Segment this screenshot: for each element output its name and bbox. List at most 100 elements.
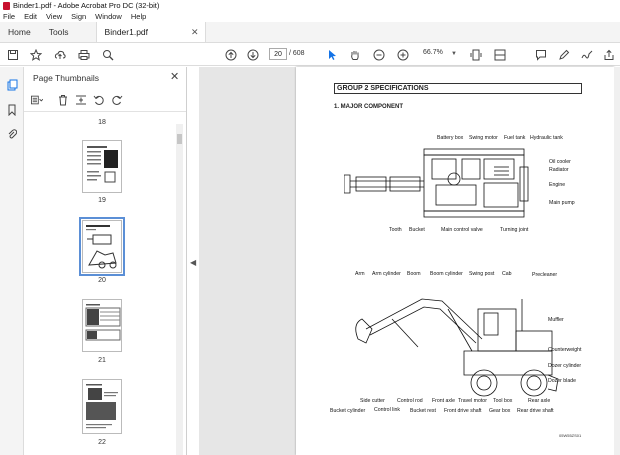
thumbnail-page-22[interactable] <box>82 379 122 434</box>
label-hydraulic-tank: Hydraulic tank <box>530 135 563 141</box>
side-view-diagram <box>355 298 559 397</box>
delete-icon[interactable] <box>57 94 69 106</box>
label-front-drive-shaft: Front drive shaft <box>444 408 482 414</box>
rotate-right-icon[interactable] <box>111 94 123 106</box>
cloud-upload-icon[interactable] <box>53 47 67 62</box>
label-swing-post: Swing post <box>469 271 495 277</box>
zoom-out-icon[interactable] <box>372 47 386 62</box>
extract-pages-icon[interactable] <box>75 94 87 106</box>
label-radiator: Radiator <box>549 167 569 173</box>
menu-edit[interactable]: Edit <box>24 12 37 21</box>
thumbnail-label: 18 <box>98 119 106 126</box>
search-icon[interactable] <box>101 47 115 62</box>
label-bucket: Bucket <box>409 227 425 233</box>
label-bucket-rest: Bucket rest <box>410 408 436 414</box>
divider <box>24 111 186 112</box>
label-boom: Boom <box>407 271 421 277</box>
save-icon[interactable] <box>6 47 20 62</box>
thumbnail-label: 21 <box>98 357 106 364</box>
label-counterweight: Counterweight <box>548 347 582 353</box>
select-cursor-icon[interactable] <box>326 47 338 62</box>
label-cab: Cab <box>502 271 512 277</box>
chevron-down-icon[interactable]: ▼ <box>451 51 457 57</box>
label-bucket-cylinder: Bucket cylinder <box>330 408 366 414</box>
menu-view[interactable]: View <box>46 12 62 21</box>
menu-file[interactable]: File <box>3 12 15 21</box>
label-rear-drive-shaft: Rear drive shaft <box>517 408 554 414</box>
thumbnails-scrollbar[interactable] <box>176 124 183 455</box>
zoom-level[interactable]: 66.7% <box>423 49 443 56</box>
thumbnail-page-20[interactable] <box>79 217 125 276</box>
label-main-pump: Main pump <box>549 200 575 206</box>
zoom-in-icon[interactable] <box>396 47 410 62</box>
options-menu-icon[interactable] <box>31 94 43 106</box>
label-fuel-tank: Fuel tank <box>504 135 526 141</box>
label-turning-joint: Turning joint <box>500 227 529 233</box>
pdf-page: GROUP 2 SPECIFICATIONS 1. MAJOR COMPONEN… <box>296 67 614 455</box>
page-thumbnails-panel: Page Thumbnails ✕ 18 19 20 21 22 <box>24 67 187 455</box>
thumbnails-scroll-thumb[interactable] <box>177 134 182 144</box>
panel-title: Page Thumbnails <box>33 73 99 83</box>
highlight-pen-icon[interactable] <box>557 47 571 62</box>
label-travel-motor: Travel motor <box>458 398 487 404</box>
label-engine: Engine <box>549 182 566 188</box>
thumbnail-label: 22 <box>98 439 106 446</box>
tab-home[interactable]: Home <box>0 22 40 42</box>
page-fit-icon[interactable] <box>468 47 484 62</box>
bookmarks-icon[interactable] <box>6 104 18 116</box>
label-boom-cylinder: Boom cylinder <box>430 271 463 277</box>
hand-tool-icon[interactable] <box>348 47 362 62</box>
next-page-icon[interactable] <box>246 47 260 62</box>
top-view-diagram <box>344 148 529 218</box>
menu-bar: File Edit View Sign Window Help <box>0 11 620 22</box>
collapse-panel-icon[interactable]: ◀ <box>190 258 196 267</box>
label-front-axle: Front axle <box>432 398 456 404</box>
share-icon[interactable] <box>602 47 616 62</box>
label-control-rod: Control rod <box>397 398 423 404</box>
page-thumbnails-icon[interactable] <box>6 79 18 91</box>
label-side-cutter: Side cutter <box>360 398 385 404</box>
tab-bar: Home Tools Binder1.pdf ✕ <box>0 22 620 43</box>
thumbnail-label: 20 <box>98 277 106 284</box>
label-gear-box: Gear box <box>489 408 511 414</box>
label-main-control-valve: Main control valve <box>441 227 483 233</box>
thumbnail-page-21[interactable] <box>82 299 122 352</box>
scroll-mode-icon[interactable] <box>492 47 508 62</box>
page-number-input[interactable]: 20 <box>269 48 287 60</box>
label-dozer-cylinder: Dozer cylinder <box>548 363 582 369</box>
menu-help[interactable]: Help <box>131 12 146 21</box>
label-rear-axle: Rear axle <box>528 398 551 404</box>
menu-window[interactable]: Window <box>95 12 122 21</box>
label-swing-motor: Swing motor <box>469 135 498 141</box>
close-panel-icon[interactable]: ✕ <box>170 70 179 83</box>
comment-icon[interactable] <box>534 47 548 62</box>
previous-page-icon[interactable] <box>224 47 238 62</box>
print-icon[interactable] <box>77 47 91 62</box>
tab-document-label: Binder1.pdf <box>104 27 149 37</box>
acrobat-app-icon <box>3 1 10 10</box>
label-battery-box: Battery box <box>437 135 464 141</box>
thumbnail-page-19[interactable] <box>82 140 122 193</box>
window-title: Binder1.pdf - Adobe Acrobat Pro DC (32-b… <box>13 1 160 10</box>
figure-code: 05W55ZS01 <box>559 433 582 438</box>
label-dozer-blade: Dozer blade <box>548 378 576 384</box>
tab-document[interactable]: Binder1.pdf ✕ <box>95 22 206 42</box>
close-tab-icon[interactable]: ✕ <box>191 27 199 38</box>
attachments-icon[interactable] <box>6 128 18 140</box>
page-total: / 608 <box>289 50 305 57</box>
sign-icon[interactable] <box>580 47 594 62</box>
label-precleaner: Precleaner <box>532 272 558 278</box>
document-scrollbar[interactable] <box>614 67 620 455</box>
rotate-left-icon[interactable] <box>93 94 105 106</box>
thumbnail-tools <box>31 93 123 107</box>
navigation-strip <box>0 67 24 455</box>
label-tool-box: Tool box <box>493 398 513 404</box>
main-toolbar <box>0 43 620 66</box>
label-oil-cooler: Oil cooler <box>549 159 571 165</box>
thumbnail-label: 19 <box>98 197 106 204</box>
tab-tools[interactable]: Tools <box>40 22 78 42</box>
bookmark-star-icon[interactable] <box>29 47 43 62</box>
section-subheading: 1. MAJOR COMPONENT <box>334 104 404 110</box>
label-muffler: Muffler <box>548 317 564 323</box>
menu-sign[interactable]: Sign <box>71 12 86 21</box>
